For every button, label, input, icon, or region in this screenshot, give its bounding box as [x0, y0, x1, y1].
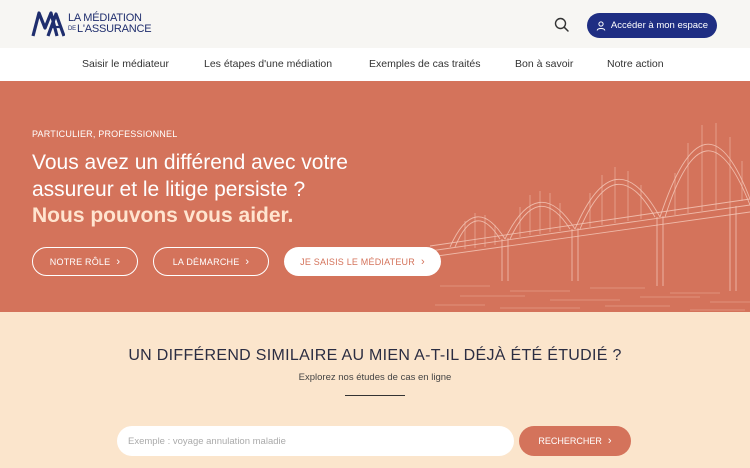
case-search-section: UN DIFFÉREND SIMILAIRE AU MIEN A-T-IL DÉ…	[0, 312, 750, 468]
user-icon	[596, 20, 606, 31]
la-demarche-button[interactable]: LA DÉMARCHE ›	[153, 247, 269, 276]
chevron-right-icon: ›	[116, 255, 121, 268]
logo-line-2: L'ASSURANCE	[76, 23, 152, 35]
case-search-subtitle: Explorez nos études de cas en ligne	[298, 372, 452, 383]
notre-role-label: NOTRE RÔLE	[49, 256, 111, 267]
saisir-mediateur-label: JE SAISIS LE MÉDIATEUR	[300, 256, 415, 267]
search-icon[interactable]	[553, 16, 571, 34]
site-header: LA MÉDIATION DEL'ASSURANCE Accéder à mon…	[0, 0, 750, 48]
site-logo[interactable]: LA MÉDIATION DEL'ASSURANCE	[31, 10, 152, 38]
nav-item-notre-action[interactable]: Notre action	[607, 58, 664, 70]
hero-title-line-2: assureur et le litige persiste ?	[32, 178, 306, 201]
bridge-illustration	[430, 123, 750, 311]
hero-kicker: PARTICULIER, PROFESSIONNEL	[32, 129, 178, 139]
nav-item-exemples[interactable]: Exemples de cas traités	[369, 58, 480, 70]
logo-mark-icon	[31, 11, 65, 37]
main-nav: Saisir le médiateur Les étapes d'une méd…	[0, 48, 750, 81]
chevron-right-icon: ›	[245, 255, 250, 268]
nav-item-saisir[interactable]: Saisir le médiateur	[82, 58, 169, 70]
divider	[345, 395, 405, 396]
search-submit-label: RECHERCHER	[538, 436, 602, 446]
case-search-input[interactable]	[117, 426, 514, 456]
hero-banner: PARTICULIER, PROFESSIONNEL Vous avez un …	[0, 81, 750, 312]
nav-item-etapes[interactable]: Les étapes d'une médiation	[204, 58, 332, 70]
chevron-right-icon: ›	[607, 435, 612, 447]
hero-title-line-1: Vous avez un différend avec votre	[32, 151, 348, 174]
notre-role-button[interactable]: NOTRE RÔLE ›	[32, 247, 138, 276]
nav-item-bon-a-savoir[interactable]: Bon à savoir	[515, 58, 573, 70]
logo-line-2-prefix: DE	[68, 26, 76, 32]
account-button[interactable]: Accéder à mon espace	[587, 13, 717, 38]
hero-accent: Nous pouvons vous aider.	[32, 204, 294, 227]
case-search-title: UN DIFFÉREND SIMILAIRE AU MIEN A-T-IL DÉ…	[128, 347, 622, 364]
account-button-label: Accéder à mon espace	[610, 20, 709, 31]
chevron-right-icon: ›	[420, 255, 425, 268]
la-demarche-label: LA DÉMARCHE	[172, 256, 240, 267]
saisir-mediateur-button[interactable]: JE SAISIS LE MÉDIATEUR ›	[284, 247, 441, 276]
search-submit-button[interactable]: RECHERCHER ›	[519, 426, 631, 456]
logo-line-2-wrap: DEL'ASSURANCE	[68, 23, 152, 35]
hero-title: Vous avez un différend avec votre assure…	[32, 149, 452, 203]
logo-text: LA MÉDIATION DEL'ASSURANCE	[68, 13, 152, 35]
